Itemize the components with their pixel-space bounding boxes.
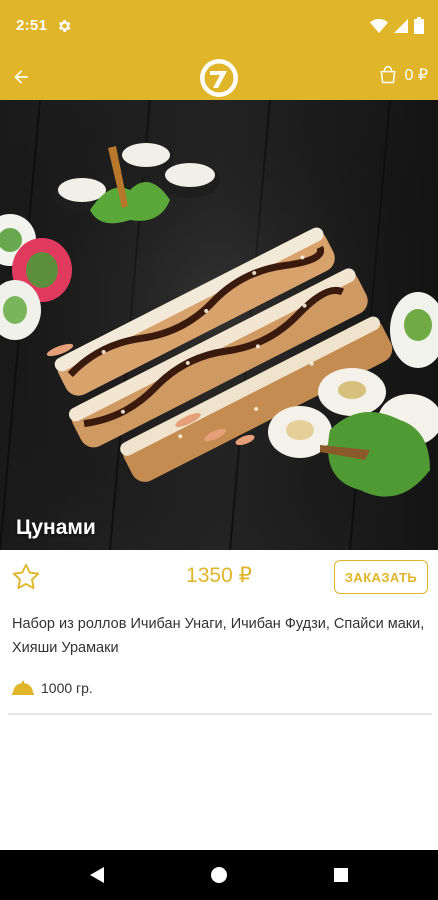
back-triangle-icon [90,867,104,883]
arrow-left-icon [14,70,28,84]
home-circle-icon [211,867,227,883]
product-image [0,100,438,550]
recents-square-icon [334,868,348,882]
brand-logo[interactable] [198,57,240,99]
product-description: Набор из роллов Ичибан Унаги, Ичибан Фуд… [12,616,425,656]
cart-button[interactable]: 0 ₽ [378,65,428,85]
order-button[interactable]: ЗАКАЗАТЬ [334,560,428,594]
weight-row: 1000 гр. [12,680,93,696]
nav-recents-button[interactable] [328,862,354,888]
shopping-bag-icon [380,66,396,84]
status-bar: 2:51 [0,0,438,54]
product-name: Цунами [16,516,96,539]
nav-back-button[interactable] [84,862,110,888]
status-icons [370,17,424,34]
app-bar: 0 ₽ [0,54,438,100]
divider [8,713,432,715]
cart-count: 0 ₽ [404,67,428,84]
system-nav-bar [0,850,438,900]
price-row: 1350 ₽ ЗАКАЗАТЬ [0,550,438,602]
battery-icon [414,17,424,34]
signal-icon [394,18,408,33]
cloche-icon [12,681,34,695]
wifi-icon [370,18,388,33]
nav-home-button[interactable] [206,862,232,888]
back-button[interactable] [6,62,36,92]
status-time: 2:51 [16,17,48,34]
product-weight: 1000 гр. [41,680,93,696]
settings-icon [58,20,71,32]
sushi-photo [0,100,438,550]
